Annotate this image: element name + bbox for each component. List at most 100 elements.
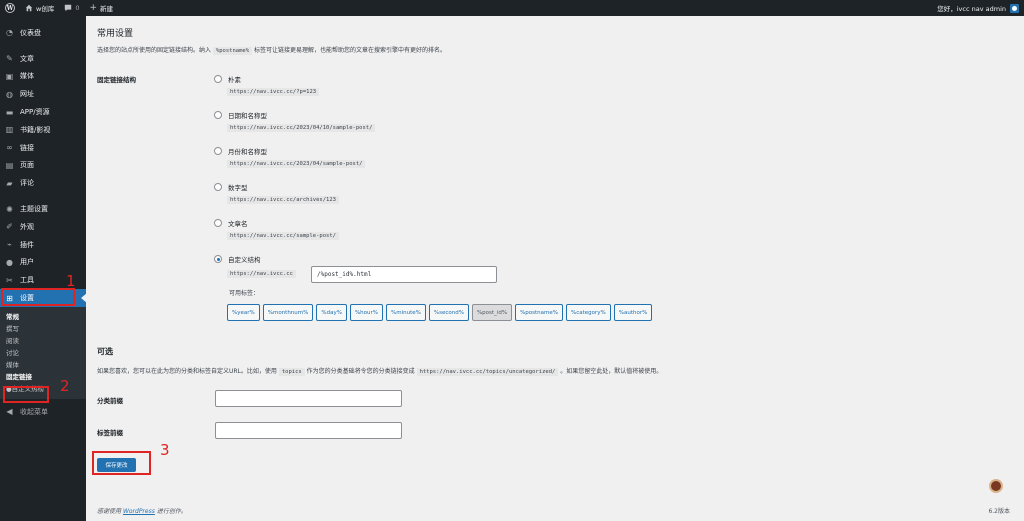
category-base-input[interactable] <box>215 390 402 407</box>
option-custom[interactable]: 自定义结构 <box>214 254 261 264</box>
version-text: 6.2版本 <box>988 508 1010 515</box>
media-icon: ▣ <box>5 71 14 81</box>
tag-button-postname[interactable]: %postname% <box>515 304 563 321</box>
menu-media[interactable]: ▣ 媒体 <box>0 68 86 86</box>
example-url: https://nav.ivcc.cc/?p=123 <box>227 88 320 96</box>
menu-links[interactable]: ∞ 链接 <box>0 139 86 157</box>
option-label: 月份和名称型 <box>228 148 267 156</box>
menu-app[interactable]: ▬ APP/资源 <box>0 103 86 121</box>
menu-label: 文章 <box>20 54 34 63</box>
tag-button-second[interactable]: %second% <box>428 304 469 321</box>
tag-button-minute[interactable]: %minute% <box>386 304 426 321</box>
radio-day-name[interactable] <box>214 111 222 119</box>
wordpress-logo-icon: W <box>5 3 15 13</box>
admin-bar: W w创库 0 + 新建 您好，ivcc nav admin <box>0 0 1024 16</box>
submenu-discussion[interactable]: 讨论 <box>0 346 86 358</box>
comments-link[interactable]: 0 <box>59 0 84 16</box>
option-plain[interactable]: 朴素 <box>214 74 241 84</box>
menu-plugins[interactable]: ⌁ 插件 <box>0 236 86 254</box>
option-label: 朴素 <box>228 76 241 84</box>
footer-text: 感谢使用 <box>97 508 122 515</box>
collapse-label: 收起菜单 <box>20 407 48 416</box>
tag-button-author[interactable]: %author% <box>613 304 653 321</box>
description-text: 标签可让链接更易理解，也能帮助您的文章在搜索引擎中有更好的排名。 <box>253 47 446 54</box>
menu-label: 评论 <box>20 179 34 188</box>
submenu-general[interactable]: 常规 <box>0 310 86 322</box>
radio-custom[interactable] <box>214 255 222 263</box>
annotation-number-2: 2 <box>60 377 70 395</box>
tag-button-year[interactable]: %year% <box>227 304 260 321</box>
plugin-icon: ⌁ <box>7 240 12 250</box>
page-icon: ▤ <box>5 160 14 170</box>
annotation-box-save <box>92 451 151 475</box>
option-day-name[interactable]: 日期和名称型 <box>214 110 267 120</box>
menu-appearance[interactable]: ✐ 外观 <box>0 218 86 236</box>
footer-text: 进行创作。 <box>156 508 187 515</box>
example-url: https://nav.ivcc.cc/archives/123 <box>227 196 339 204</box>
submenu-writing[interactable]: 撰写 <box>0 322 86 334</box>
wordpress-logo-button[interactable]: W <box>0 0 20 16</box>
radio-plain[interactable] <box>214 75 222 83</box>
tag-button-post-id[interactable]: %post_id% <box>471 304 513 321</box>
menu-books[interactable]: ▥ 书籍/影视 <box>0 121 86 139</box>
tag-button-monthnum[interactable]: %monthnum% <box>262 304 314 321</box>
new-content-link[interactable]: + 新建 <box>84 0 118 16</box>
menu-label: 外观 <box>20 222 34 231</box>
option-label: 自定义结构 <box>228 256 261 264</box>
dashboard-icon: ◔ <box>6 28 13 38</box>
menu-label: 链接 <box>20 143 34 152</box>
tag-button-category[interactable]: %category% <box>566 304 611 321</box>
submenu-media[interactable]: 媒体 <box>0 358 86 370</box>
option-label: 日期和名称型 <box>228 112 267 120</box>
submenu-permalinks[interactable]: 固定链接 <box>0 370 86 382</box>
tag-button-day[interactable]: %day% <box>316 304 347 321</box>
menu-label: 媒体 <box>20 72 34 81</box>
example-url: https://nav.ivcc.cc/2023/04/10/sample-po… <box>227 124 376 132</box>
option-post-name[interactable]: 文章名 <box>214 218 248 228</box>
example-url: https://nav.ivcc.cc/sample-post/ <box>227 232 339 240</box>
site-name-link[interactable]: w创库 <box>20 0 59 16</box>
submenu-reading[interactable]: 阅读 <box>0 334 86 346</box>
description-text: 。如果您留空此处，默认值将被使用。 <box>560 368 663 375</box>
page-description: 选择您的站点所使用的固定链接结构。纳入 %postname% 标签可让链接更易理… <box>97 45 446 55</box>
collapse-icon: ◀ <box>6 407 13 417</box>
example-url-code: https://nav.ivcc.cc/topics/uncategorized… <box>416 368 559 376</box>
description-text: 作为您的分类基础将令您的分类链接变成 <box>306 368 415 375</box>
home-icon <box>25 4 33 12</box>
my-account-link[interactable]: 您好，ivcc nav admin <box>932 0 1024 16</box>
tag-base-input[interactable] <box>215 422 402 439</box>
menu-pages[interactable]: ▤ 页面 <box>0 157 86 175</box>
collapse-menu-button[interactable]: ◀ 收起菜单 <box>0 403 86 421</box>
radio-post-name[interactable] <box>214 219 222 227</box>
menu-label: 主题设置 <box>20 205 48 214</box>
custom-base-url: https://nav.ivcc.cc <box>227 270 296 278</box>
menu-label: 插件 <box>20 240 34 249</box>
footer-credit: 感谢使用 WordPress 进行创作。 <box>97 506 187 515</box>
menu-dashboard[interactable]: ◔ 仪表盘 <box>0 24 86 42</box>
radio-numeric[interactable] <box>214 183 222 191</box>
option-label: 文章名 <box>228 220 248 228</box>
category-base-label: 分类前缀 <box>97 397 123 405</box>
tag-button-hour[interactable]: %hour% <box>349 304 384 321</box>
menu-label: 书籍/影视 <box>20 125 51 134</box>
menu-sites[interactable]: ◍ 网址 <box>0 85 86 103</box>
radio-month-name[interactable] <box>214 147 222 155</box>
page-title: 常用设置 <box>97 29 134 39</box>
menu-posts[interactable]: ✎ 文章 <box>0 50 86 68</box>
greeting-text: 您好，ivcc nav admin <box>937 5 1006 13</box>
menu-theme-settings[interactable]: ✺ 主题设置 <box>0 200 86 218</box>
globe-icon: ◍ <box>6 89 13 99</box>
floating-avatar-button[interactable] <box>989 479 1003 493</box>
menu-label: 工具 <box>20 276 34 285</box>
option-numeric[interactable]: 数字型 <box>214 182 248 192</box>
link-icon: ∞ <box>6 143 13 153</box>
brush-icon: ✐ <box>6 222 13 232</box>
custom-structure-input[interactable]: /%post_id%.html <box>311 266 497 283</box>
user-icon: ● <box>6 257 13 267</box>
menu-comments[interactable]: ▰ 评论 <box>0 174 86 192</box>
menu-users[interactable]: ● 用户 <box>0 254 86 272</box>
optional-description: 如果您喜欢，您可以在此为您的分类和标签自定义URL。比如，使用 topics 作… <box>97 366 663 376</box>
option-month-name[interactable]: 月份和名称型 <box>214 146 267 156</box>
wordpress-link[interactable]: WordPress <box>123 508 155 515</box>
new-label: 新建 <box>100 5 114 13</box>
